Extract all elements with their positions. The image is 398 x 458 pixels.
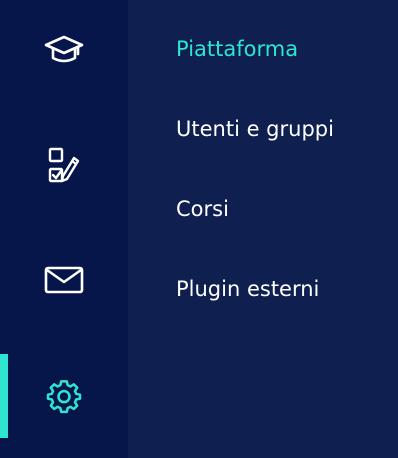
submenu-item-piattaforma[interactable]: Piattaforma (176, 35, 298, 63)
icon-rail (0, 0, 128, 458)
rail-item-assignments[interactable] (0, 126, 128, 206)
submenu-item-plugin-esterni[interactable]: Plugin esterni (176, 275, 319, 303)
rail-item-messages[interactable] (0, 240, 128, 320)
rail-item-settings[interactable] (0, 354, 128, 438)
mail-icon (44, 266, 84, 294)
submenu-panel: Piattaforma Utenti e gruppi Corsi Plugin… (128, 0, 398, 458)
active-indicator (0, 354, 8, 438)
checklist-edit-icon (48, 147, 80, 183)
gear-icon (46, 380, 82, 414)
rail-item-courses[interactable] (0, 10, 128, 90)
submenu-item-corsi[interactable]: Corsi (176, 195, 229, 223)
app-shell: Piattaforma Utenti e gruppi Corsi Plugin… (0, 0, 398, 458)
graduation-cap-icon (44, 35, 84, 63)
submenu-item-utenti-e-gruppi[interactable]: Utenti e gruppi (176, 115, 334, 143)
